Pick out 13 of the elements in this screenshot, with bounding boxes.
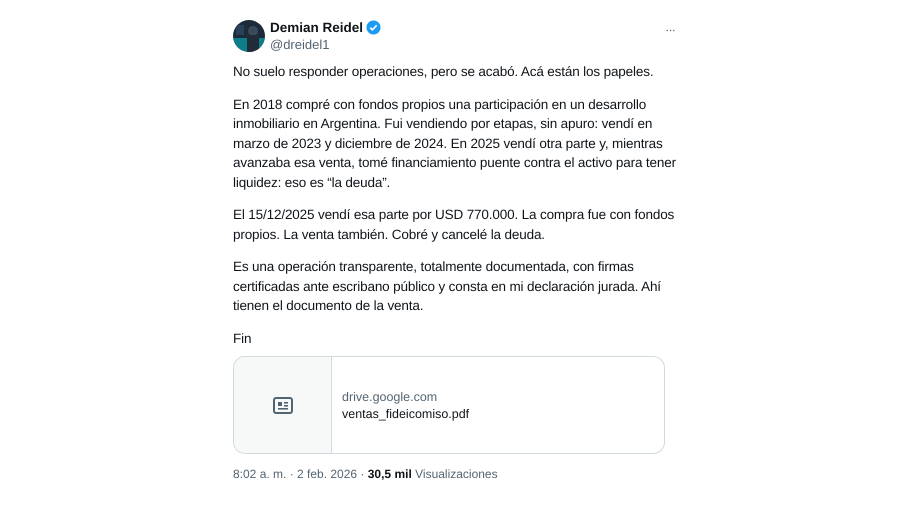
link-domain: drive.google.com	[342, 390, 438, 404]
author-handle[interactable]: @dreidel1	[270, 37, 660, 52]
tweet-paragraph: El 15/12/2025 vendí esa parte por USD 770.000. La compra fue con fondos propios. La venta también. Cobré y cancelé la deuda.	[233, 206, 676, 244]
author-name[interactable]: Demian Reidel	[270, 20, 364, 35]
link-title: ventas_fideicomiso.pdf	[342, 406, 470, 420]
tweet-paragraph: Fin	[233, 330, 252, 348]
tweet-paragraph: No suelo responder operaciones, pero se acabó. Acá están los papeles.	[233, 63, 654, 81]
tweet-paragraph: En 2018 compré con fondos propios una participación en un desarrollo inmobiliario en Argentina. Fui vendiendo por etapas, sin apuro: vendí en marzo de 2023 y diciembre de 2024. En 2025 vendí otra parte y, mientras avanzaba esa venta, tomé financiamiento puente contra el activo para tener liquidez: eso es “la deuda”.	[233, 96, 677, 192]
article-icon	[272, 396, 292, 414]
tweet-paragraph: Es una operación transparente, totalmente documentada, con firmas certificadas ante escribano público y consta en mi declaración jurada. Ahí tienen el documento de la venta.	[233, 258, 662, 315]
tweet-meta: 8:02 a. m. · 2 feb. 2026 · 30,5 mil Visualizaciones	[233, 467, 499, 481]
link-card[interactable]: drive.google.com ventas_fideicomiso.pdf	[233, 356, 665, 454]
more-button[interactable]: ···	[665, 22, 675, 37]
